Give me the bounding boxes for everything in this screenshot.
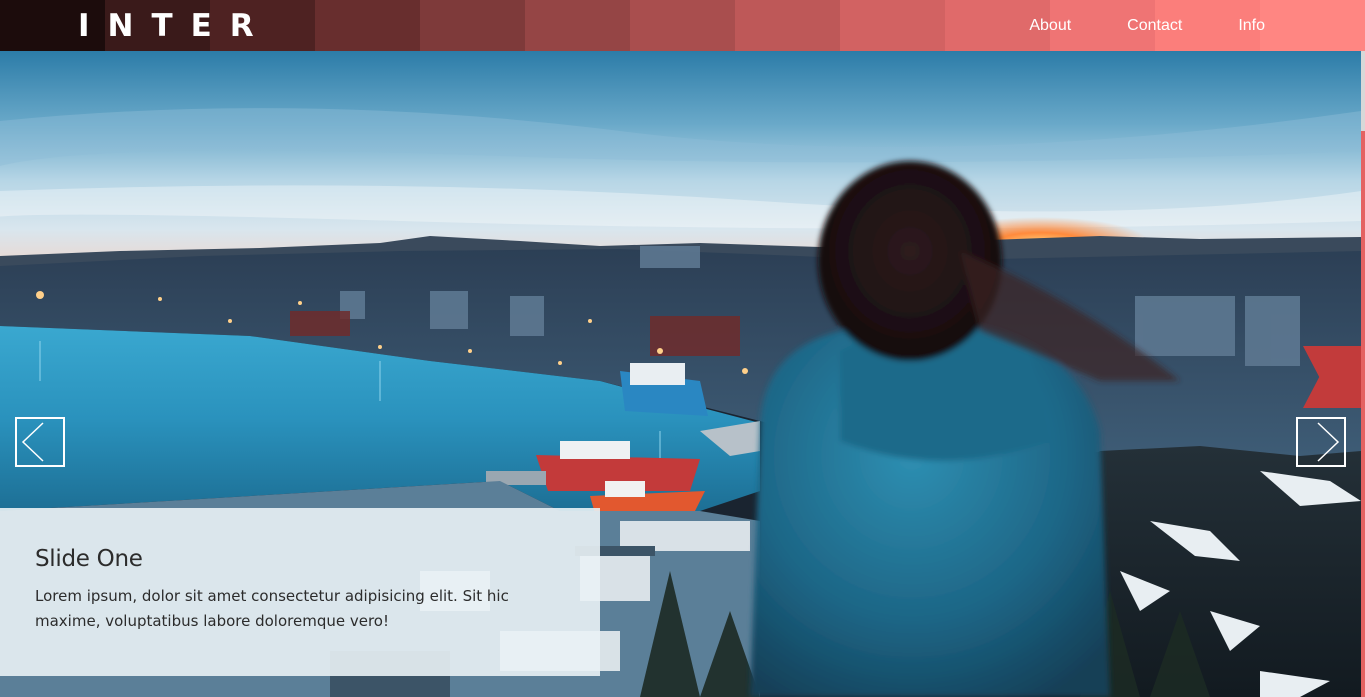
slide-text: Lorem ipsum, dolor sit amet consectetur … (35, 587, 509, 630)
header-stripe (840, 0, 945, 51)
nav-link-contact[interactable]: Contact (1127, 17, 1182, 35)
header-stripe (1260, 0, 1365, 51)
page: INTER About Contact Info Slide One Lorem… (0, 0, 1365, 697)
header-stripe (735, 0, 840, 51)
slider-prev-button[interactable] (15, 417, 65, 467)
nav-link-about[interactable]: About (1029, 17, 1071, 35)
slider-next-button[interactable] (1296, 417, 1346, 467)
slide-title: Slide One (35, 546, 143, 572)
chevron-left-icon (21, 422, 44, 462)
site-header: INTER About Contact Info (0, 0, 1365, 51)
header-stripe (630, 0, 735, 51)
nav-link-info[interactable]: Info (1238, 17, 1265, 35)
scrollbar-thumb[interactable] (1361, 131, 1365, 697)
header-stripe (525, 0, 630, 51)
site-logo[interactable]: INTER (78, 7, 272, 45)
header-stripe (420, 0, 525, 51)
slide-caption: Slide One Lorem ipsum, dolor sit amet co… (0, 508, 600, 676)
main-nav: About Contact Info (1029, 0, 1265, 51)
chevron-right-icon (1317, 422, 1340, 462)
header-stripe (315, 0, 420, 51)
